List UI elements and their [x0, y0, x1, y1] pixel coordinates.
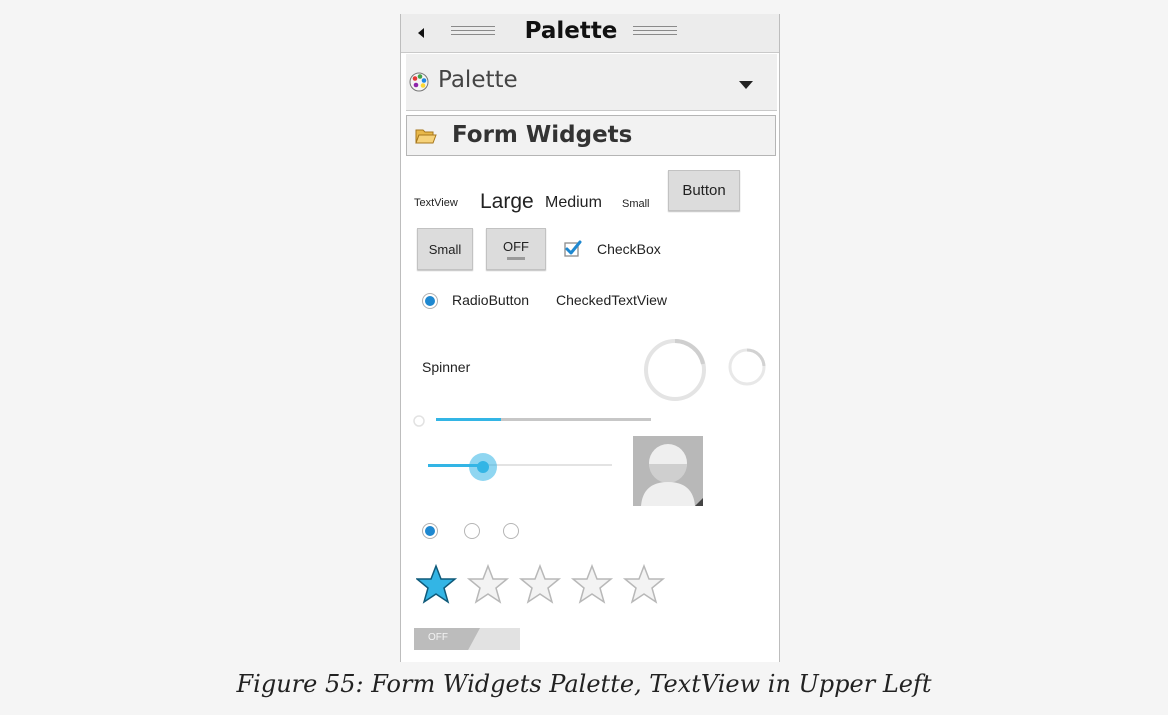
switch-label: OFF: [428, 632, 448, 643]
toggle-button-label: OFF: [503, 238, 529, 254]
progress-spinner-small-icon: [728, 348, 766, 386]
rating-star-4-icon[interactable]: [572, 565, 612, 603]
rating-star-2-icon[interactable]: [468, 565, 508, 603]
category-form-widgets[interactable]: Form Widgets: [406, 115, 776, 156]
palette-selector-label: Palette: [438, 67, 518, 93]
radio-button-checked-icon[interactable]: [421, 292, 439, 310]
progress-bar-fill: [436, 418, 501, 421]
spinner-widget[interactable]: Spinner: [422, 359, 470, 375]
switch-widget[interactable]: OFF: [414, 628, 520, 650]
figure-caption: Figure 55: Form Widgets Palette, TextVie…: [236, 670, 932, 698]
textview-widget[interactable]: TextView: [414, 197, 458, 209]
seekbar-track[interactable]: [428, 464, 612, 467]
small-text-widget[interactable]: Small: [622, 198, 650, 210]
palette-selector[interactable]: Palette: [406, 54, 777, 111]
open-folder-icon: [415, 129, 437, 144]
dropdown-arrow-icon[interactable]: [739, 81, 753, 89]
grip-right-icon[interactable]: [633, 26, 677, 40]
checked-textview-widget[interactable]: CheckedTextView: [556, 292, 667, 308]
radio-group-item-2-icon[interactable]: [463, 522, 481, 540]
progress-small-indicator-icon: [413, 415, 425, 427]
progress-bar-track: [436, 418, 651, 421]
palette-view-titlebar: Palette: [401, 14, 779, 53]
radio-group-item-3-icon[interactable]: [502, 522, 520, 540]
grip-left-icon[interactable]: [451, 26, 495, 40]
small-button-widget[interactable]: Small: [417, 228, 473, 270]
seekbar-thumb[interactable]: [469, 453, 497, 481]
radio-button-label[interactable]: RadioButton: [452, 292, 529, 308]
checkbox-label[interactable]: CheckBox: [597, 241, 661, 257]
palette-view-title: Palette: [524, 18, 618, 44]
category-label: Form Widgets: [452, 122, 633, 148]
large-text-widget[interactable]: Large: [480, 190, 534, 214]
image-placeholder-icon[interactable]: [633, 436, 703, 506]
rating-bar[interactable]: [416, 563, 666, 607]
rating-star-3-icon[interactable]: [520, 565, 560, 603]
rating-star-1-icon[interactable]: [416, 565, 456, 603]
checkbox-checked-icon[interactable]: [564, 240, 582, 258]
palette-icon: [409, 72, 429, 92]
palette-view: Palette Palette Form Widgets TextView La…: [400, 14, 780, 662]
button-widget[interactable]: Button: [668, 170, 740, 211]
toggle-indicator: [507, 256, 525, 260]
medium-text-widget[interactable]: Medium: [545, 194, 602, 212]
collapse-arrow-icon[interactable]: [418, 28, 424, 38]
rating-star-5-icon[interactable]: [624, 565, 664, 603]
toggle-button-widget[interactable]: OFF: [486, 228, 546, 270]
radio-group-item-1-icon[interactable]: [421, 522, 439, 540]
progress-spinner-large-icon: [644, 339, 706, 401]
